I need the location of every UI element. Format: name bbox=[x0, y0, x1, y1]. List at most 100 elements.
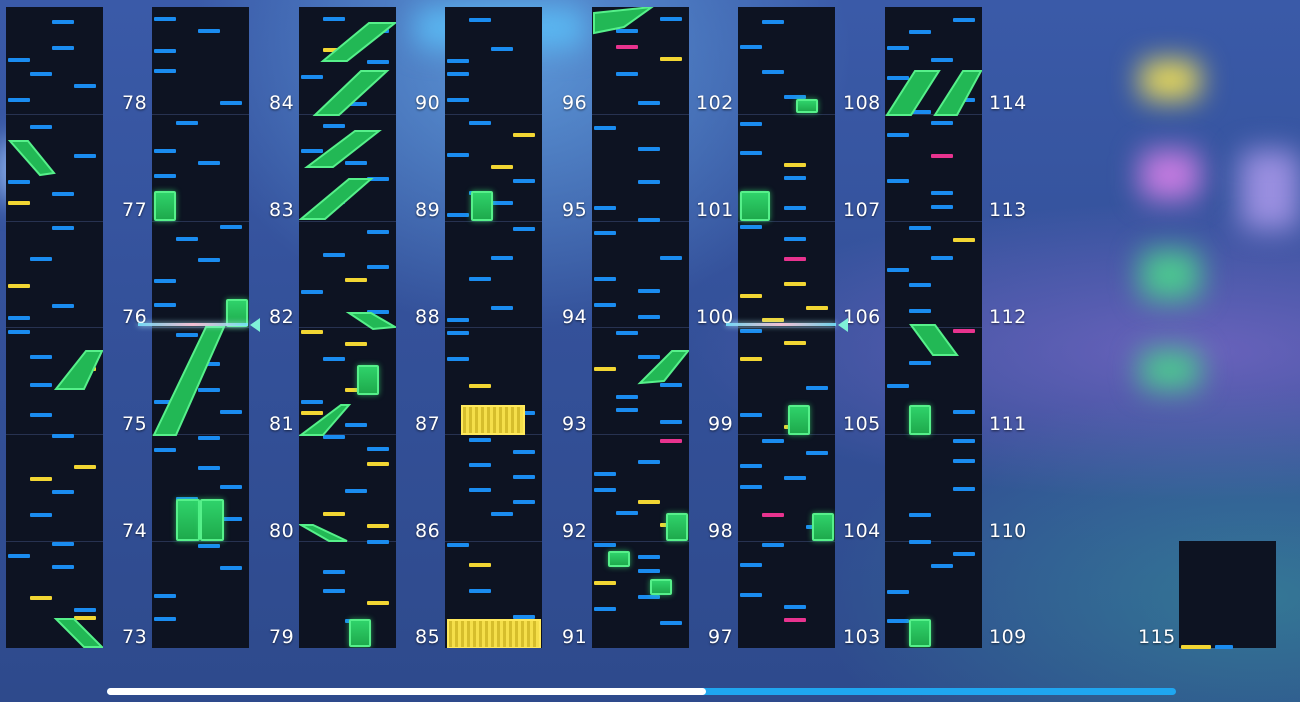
tap-note bbox=[762, 439, 784, 443]
tap-note bbox=[762, 20, 784, 24]
bar-line bbox=[738, 434, 835, 436]
tap-note bbox=[513, 227, 535, 231]
tap-note bbox=[784, 476, 806, 480]
measure-column[interactable] bbox=[6, 7, 103, 648]
tap-note bbox=[513, 450, 535, 454]
measure-number: 75 bbox=[122, 413, 148, 435]
measure-number: 91 bbox=[562, 626, 588, 648]
playhead-marker-icon[interactable] bbox=[838, 318, 848, 332]
bar-line bbox=[445, 220, 542, 222]
tap-note bbox=[469, 463, 491, 467]
tap-note bbox=[447, 72, 469, 76]
measure-number: 83 bbox=[269, 199, 295, 221]
measure-number: 112 bbox=[989, 306, 1027, 328]
measure-number: 74 bbox=[122, 520, 148, 542]
hold-note bbox=[666, 513, 688, 541]
measure-number: 90 bbox=[415, 92, 441, 114]
tap-note bbox=[513, 475, 535, 479]
tap-note bbox=[469, 121, 491, 125]
measure-number: 92 bbox=[562, 520, 588, 542]
slide-note bbox=[299, 524, 348, 542]
hold-note bbox=[740, 191, 770, 221]
drag-note bbox=[784, 341, 806, 345]
measure-number: 79 bbox=[269, 626, 295, 648]
measure-number: 105 bbox=[843, 413, 881, 435]
measure-number: 81 bbox=[269, 413, 295, 435]
measure-number: 98 bbox=[708, 520, 734, 542]
measure-number: 108 bbox=[843, 92, 881, 114]
measure-number: 113 bbox=[989, 199, 1027, 221]
bar-line bbox=[445, 113, 542, 115]
measure-number: 82 bbox=[269, 306, 295, 328]
playhead-marker-icon[interactable] bbox=[250, 318, 260, 332]
tap-note bbox=[1215, 645, 1233, 649]
drag-note bbox=[740, 294, 762, 298]
measure-column[interactable] bbox=[445, 7, 542, 648]
drag-note bbox=[1181, 645, 1211, 649]
measure-number: 77 bbox=[122, 199, 148, 221]
hold-note bbox=[909, 619, 931, 647]
drag-note bbox=[469, 384, 491, 388]
measure-number: 80 bbox=[269, 520, 295, 542]
drag-note bbox=[762, 318, 784, 322]
tap-note bbox=[469, 18, 491, 22]
tap-note bbox=[740, 593, 762, 597]
drag-note bbox=[491, 165, 513, 169]
measure-column[interactable] bbox=[299, 7, 396, 648]
drag-note bbox=[784, 163, 806, 167]
measure-number: 103 bbox=[843, 626, 881, 648]
measure-number: 86 bbox=[415, 520, 441, 542]
measure-number: 114 bbox=[989, 92, 1027, 114]
measure-number: 78 bbox=[122, 92, 148, 114]
hold-note bbox=[349, 619, 371, 647]
flick-note bbox=[784, 618, 806, 622]
tap-note bbox=[447, 331, 469, 335]
measure-column[interactable] bbox=[152, 7, 249, 648]
measure-number: 88 bbox=[415, 306, 441, 328]
tap-note bbox=[447, 98, 469, 102]
tap-note bbox=[784, 206, 806, 210]
tap-note bbox=[740, 151, 762, 155]
tap-note bbox=[740, 413, 762, 417]
tap-note bbox=[784, 237, 806, 241]
slide-note bbox=[152, 326, 226, 436]
drag-note bbox=[740, 357, 762, 361]
slide-note bbox=[53, 618, 103, 648]
flick-note bbox=[762, 513, 784, 517]
hold-note bbox=[796, 99, 818, 113]
tap-note bbox=[491, 201, 513, 205]
measure-number: 111 bbox=[989, 413, 1027, 435]
bar-line bbox=[738, 541, 835, 542]
tap-note bbox=[491, 47, 513, 51]
tap-note bbox=[740, 485, 762, 489]
drag-note bbox=[784, 282, 806, 286]
tap-note bbox=[491, 306, 513, 310]
measure-number: 104 bbox=[843, 520, 881, 542]
slide-note bbox=[909, 324, 959, 356]
tap-note bbox=[447, 543, 469, 547]
bar-line bbox=[445, 541, 542, 542]
tap-note bbox=[740, 329, 762, 333]
measure-column[interactable] bbox=[885, 7, 982, 648]
measure-number: 93 bbox=[562, 413, 588, 435]
flick-note bbox=[784, 257, 806, 261]
gold-hold-note bbox=[461, 405, 525, 435]
tap-note bbox=[740, 45, 762, 49]
tap-note bbox=[447, 357, 469, 361]
measure-number: 95 bbox=[562, 199, 588, 221]
measure-column-partial[interactable] bbox=[1179, 541, 1276, 649]
measure-column[interactable] bbox=[738, 7, 835, 648]
progress-bar[interactable] bbox=[107, 688, 1176, 695]
progress-fill bbox=[107, 688, 706, 695]
measure-number: 89 bbox=[415, 199, 441, 221]
tap-note bbox=[469, 589, 491, 593]
tap-note bbox=[447, 213, 469, 217]
tap-note bbox=[447, 153, 469, 157]
tap-note bbox=[762, 543, 784, 547]
measure-number: 99 bbox=[708, 413, 734, 435]
measure-number: 73 bbox=[122, 626, 148, 648]
drag-note bbox=[513, 133, 535, 137]
measure-column[interactable] bbox=[592, 7, 689, 648]
slide-note bbox=[637, 350, 689, 385]
background-blob bbox=[1240, 150, 1300, 230]
